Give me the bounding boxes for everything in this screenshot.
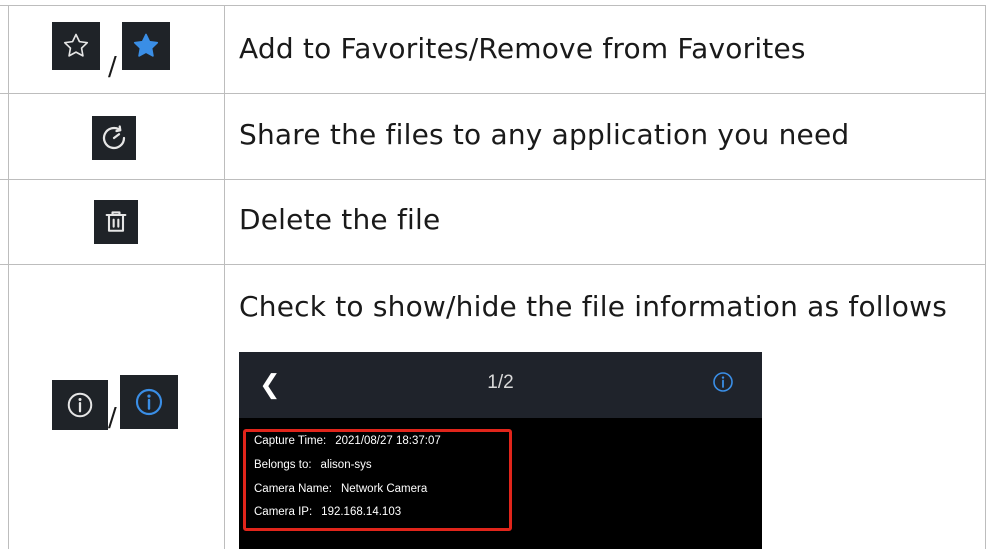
share-icon[interactable] (92, 116, 136, 160)
info-active-icon[interactable] (120, 375, 178, 429)
table-row-divider (0, 179, 986, 180)
row-description: Delete the file (239, 203, 441, 236)
info-icon[interactable] (52, 380, 108, 430)
info-label: Belongs to: (254, 459, 312, 471)
info-label: Camera IP: (254, 506, 313, 518)
preview-header: ❮ 1/2 (239, 352, 762, 418)
info-line-belongs-to: Belongs to: alison-sys (254, 459, 372, 471)
info-value: alison-sys (320, 459, 372, 471)
info-line-camera-name: Camera Name: Network Camera (254, 483, 427, 495)
info-label: Camera Name: (254, 483, 332, 495)
row-description: Add to Favorites/Remove from Favorites (239, 32, 806, 65)
table-border-top (0, 5, 986, 6)
info-line-capture-time: Capture Time: 2021/08/27 18:37:07 (254, 435, 441, 447)
info-value: 2021/08/27 18:37:07 (335, 435, 441, 447)
table-column-divider (224, 5, 225, 549)
info-value: 192.168.14.103 (321, 506, 402, 518)
star-outline-icon[interactable] (52, 22, 100, 70)
file-info-panel: Capture Time: 2021/08/27 18:37:07 Belongs… (243, 429, 512, 531)
separator-slash: / (108, 52, 117, 82)
trash-icon[interactable] (94, 200, 138, 244)
table-row-divider (0, 93, 986, 94)
page-indicator: 1/2 (487, 372, 514, 393)
info-value: Network Camera (340, 483, 428, 495)
row-description: Check to show/hide the file information … (239, 290, 947, 323)
star-filled-icon[interactable] (122, 22, 170, 70)
info-label: Capture Time: (254, 435, 327, 447)
row-description: Share the files to any application you n… (239, 118, 850, 151)
info-line-camera-ip: Camera IP: 192.168.14.103 (254, 506, 401, 518)
table-border-left (8, 5, 9, 549)
info-toggle-icon[interactable] (711, 370, 735, 398)
table-row-divider (0, 264, 986, 265)
file-info-preview: ❮ 1/2 Capture Time: 2021/08/27 18:37:07 B… (239, 352, 762, 549)
separator-slash: / (108, 403, 117, 433)
